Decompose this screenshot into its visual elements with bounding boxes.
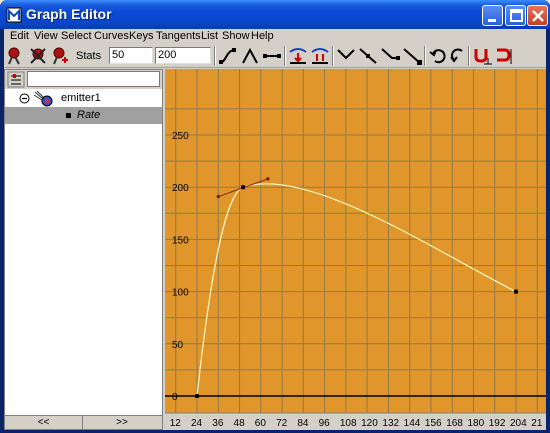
outliner-scroll-buttons: << >> <box>5 415 162 429</box>
close-icon <box>532 10 544 22</box>
x-tick-label: 144 <box>404 418 421 429</box>
stats-time-field[interactable]: 50 <box>109 47 153 64</box>
x-tick-label: 120 <box>361 418 378 429</box>
x-tick-label: 108 <box>340 418 357 429</box>
x-tick-label: 180 <box>467 418 484 429</box>
stats-label: Stats <box>76 50 102 62</box>
tangent-handle <box>216 195 220 199</box>
unify-tangents-icon[interactable] <box>358 46 378 66</box>
x-tick-label: 12 <box>170 418 182 429</box>
menu-select[interactable]: Select <box>61 30 92 42</box>
toolbar: Stats 50 200 <box>4 44 546 68</box>
tangent-handle <box>266 177 270 181</box>
free-tangent-weight-icon[interactable] <box>380 46 400 66</box>
menu-list[interactable]: List <box>201 30 218 42</box>
menu-curves[interactable]: Curves <box>94 30 129 42</box>
x-tick-label: 84 <box>297 418 309 429</box>
minimize-icon <box>488 19 496 22</box>
menu-view[interactable]: View <box>34 30 58 42</box>
linear-tangent-icon[interactable] <box>240 46 260 66</box>
x-tick-label: 168 <box>446 418 463 429</box>
spline-tangent-icon[interactable] <box>218 46 238 66</box>
outliner-panel: emitter1 Rate << >> <box>4 69 163 430</box>
auto-load-icon[interactable] <box>428 46 448 66</box>
y-tick-label: 250 <box>172 131 189 142</box>
minimize-button[interactable] <box>482 5 503 26</box>
x-tick-label: 72 <box>276 418 288 429</box>
x-tick-label: 48 <box>234 418 246 429</box>
menu-show[interactable]: Show <box>222 30 250 42</box>
y-tick-label: 0 <box>172 392 178 403</box>
keyframe-point <box>514 289 518 294</box>
insert-key-icon[interactable] <box>28 46 48 66</box>
move-key-icon[interactable] <box>6 46 26 66</box>
node-label: emitter1 <box>61 92 101 104</box>
stats-value-field[interactable]: 200 <box>155 47 211 64</box>
x-tick-label: 192 <box>489 418 506 429</box>
load-selected-icon[interactable] <box>448 46 468 66</box>
maximize-button[interactable] <box>505 5 526 26</box>
buffer-curve-icon[interactable] <box>288 46 308 66</box>
x-tick-label: 24 <box>191 418 203 429</box>
toolbar-separator <box>424 46 426 66</box>
emitter-icon <box>33 90 53 107</box>
x-tick-label: 96 <box>319 418 331 429</box>
menu-tangents[interactable]: Tangents <box>156 30 201 42</box>
editor-client-area: Edit View Select Curves Keys Tangents Li… <box>4 29 546 430</box>
swap-buffer-icon[interactable] <box>310 46 330 66</box>
flat-tangent-icon[interactable] <box>262 46 282 66</box>
outliner-filter-input[interactable] <box>27 71 160 87</box>
toolbar-separator <box>284 46 286 66</box>
y-tick-label: 50 <box>172 340 184 351</box>
title-bar[interactable]: Graph Editor <box>0 0 550 29</box>
filter-icon[interactable] <box>7 71 25 88</box>
scroll-left-button[interactable]: << <box>5 416 83 429</box>
tree-node-emitter1[interactable]: emitter1 <box>5 90 162 107</box>
y-tick-label: 200 <box>172 183 189 194</box>
collapse-icon[interactable] <box>19 93 30 104</box>
toolbar-separator <box>468 46 470 66</box>
break-tangents-icon[interactable] <box>336 46 356 66</box>
window-title: Graph Editor <box>26 6 112 22</box>
maya-app-icon <box>6 7 22 23</box>
x-tick-label: 156 <box>425 418 442 429</box>
keyframe-point <box>241 185 246 190</box>
y-tick-label: 150 <box>172 235 189 246</box>
scroll-right-button[interactable]: >> <box>83 416 161 429</box>
x-tick-label: 21 <box>531 418 543 429</box>
x-tick-label: 132 <box>382 418 399 429</box>
menu-keys[interactable]: Keys <box>129 30 153 42</box>
x-tick-label: 36 <box>212 418 224 429</box>
toolbar-separator <box>332 46 334 66</box>
tree-attribute-rate[interactable]: Rate <box>5 107 162 124</box>
x-tick-label: 204 <box>510 418 527 429</box>
close-button[interactable] <box>527 5 548 26</box>
y-tick-label: 100 <box>172 288 189 299</box>
menu-bar: Edit View Select Curves Keys Tangents Li… <box>4 29 546 44</box>
animation-curve <box>196 183 517 397</box>
menu-help[interactable]: Help <box>251 30 274 42</box>
graph-view[interactable]: 250 200 150 100 50 0 12 24 36 48 60 72 84 96 108 120 132… <box>165 69 546 430</box>
graph-editor-window: Graph Editor Edit View Select Curves Key… <box>0 0 550 433</box>
graph-canvas[interactable]: 250 200 150 100 50 0 12 24 36 48 60 72 84 96 108 120 132… <box>165 69 546 430</box>
attribute-bullet-icon <box>66 113 71 118</box>
toolbar-separator <box>214 46 216 66</box>
lock-tangent-weight-icon[interactable] <box>402 46 422 66</box>
attribute-label: Rate <box>77 109 101 121</box>
snap-time-icon[interactable] <box>472 46 492 66</box>
add-key-icon[interactable] <box>50 46 70 66</box>
snap-value-icon[interactable] <box>494 46 514 66</box>
menu-edit[interactable]: Edit <box>10 30 29 42</box>
outliner-filter-bar <box>5 70 162 89</box>
keyframe-point <box>195 394 199 398</box>
x-tick-label: 60 <box>255 418 267 429</box>
maximize-icon <box>510 9 523 22</box>
